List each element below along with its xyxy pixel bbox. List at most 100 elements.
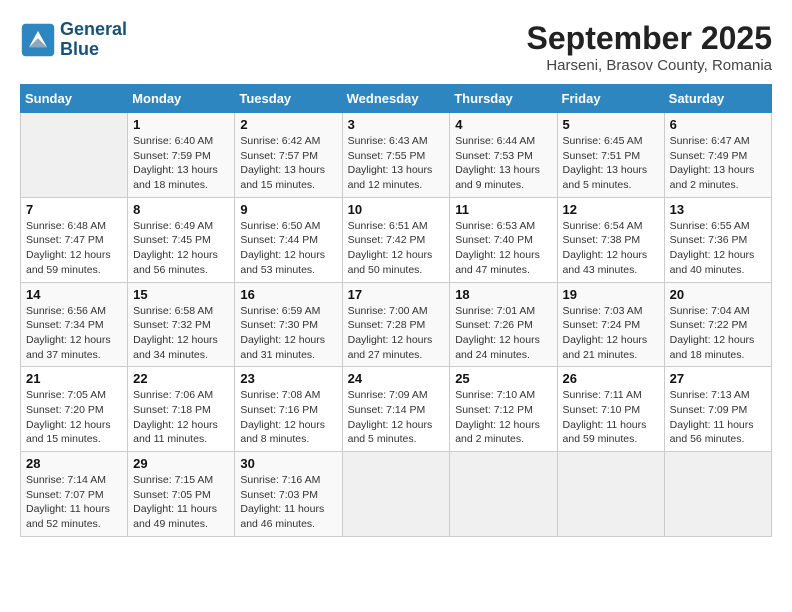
week-row-2: 7 Sunrise: 6:48 AMSunset: 7:47 PMDaylight… <box>21 197 772 282</box>
calendar-table: SundayMondayTuesdayWednesdayThursdayFrid… <box>20 84 772 537</box>
weekday-header-friday: Friday <box>557 85 664 113</box>
day-info: Sunrise: 6:42 AMSunset: 7:57 PMDaylight:… <box>240 134 336 193</box>
day-info: Sunrise: 6:59 AMSunset: 7:30 PMDaylight:… <box>240 304 336 363</box>
weekday-header-sunday: Sunday <box>21 85 128 113</box>
calendar-cell: 30 Sunrise: 7:16 AMSunset: 7:03 PMDayligh… <box>235 452 342 537</box>
day-number: 14 <box>26 287 122 302</box>
day-info: Sunrise: 6:56 AMSunset: 7:34 PMDaylight:… <box>26 304 122 363</box>
weekday-header-thursday: Thursday <box>450 85 557 113</box>
day-info: Sunrise: 6:53 AMSunset: 7:40 PMDaylight:… <box>455 219 551 278</box>
day-info: Sunrise: 7:16 AMSunset: 7:03 PMDaylight:… <box>240 473 336 532</box>
day-number: 22 <box>133 371 229 386</box>
day-number: 6 <box>670 117 766 132</box>
day-info: Sunrise: 7:10 AMSunset: 7:12 PMDaylight:… <box>455 388 551 447</box>
weekday-header-tuesday: Tuesday <box>235 85 342 113</box>
day-number: 26 <box>563 371 659 386</box>
day-number: 2 <box>240 117 336 132</box>
day-info: Sunrise: 7:14 AMSunset: 7:07 PMDaylight:… <box>26 473 122 532</box>
logo-icon <box>20 22 56 58</box>
calendar-cell: 27 Sunrise: 7:13 AMSunset: 7:09 PMDayligh… <box>664 367 771 452</box>
calendar-cell: 8Sunrise: 6:49 AMSunset: 7:45 PMDaylight… <box>128 197 235 282</box>
calendar-cell: 23 Sunrise: 7:08 AMSunset: 7:16 PMDayligh… <box>235 367 342 452</box>
day-info: Sunrise: 7:06 AMSunset: 7:18 PMDaylight:… <box>133 388 229 447</box>
calendar-cell: 21Sunrise: 7:05 AMSunset: 7:20 PMDayligh… <box>21 367 128 452</box>
day-info: Sunrise: 6:55 AMSunset: 7:36 PMDaylight:… <box>670 219 766 278</box>
day-info: Sunrise: 7:01 AMSunset: 7:26 PMDaylight:… <box>455 304 551 363</box>
day-number: 17 <box>348 287 445 302</box>
calendar-cell: 12 Sunrise: 6:54 AMSunset: 7:38 PMDayligh… <box>557 197 664 282</box>
day-number: 7 <box>26 202 122 217</box>
day-number: 12 <box>563 202 659 217</box>
calendar-cell: 25 Sunrise: 7:10 AMSunset: 7:12 PMDayligh… <box>450 367 557 452</box>
day-info: Sunrise: 6:50 AMSunset: 7:44 PMDaylight:… <box>240 219 336 278</box>
day-info: Sunrise: 7:04 AMSunset: 7:22 PMDaylight:… <box>670 304 766 363</box>
page-header: General Blue September 2025 Harseni, Bra… <box>20 20 772 74</box>
weekday-header-monday: Monday <box>128 85 235 113</box>
day-info: Sunrise: 6:54 AMSunset: 7:38 PMDaylight:… <box>563 219 659 278</box>
calendar-cell: 10Sunrise: 6:51 AMSunset: 7:42 PMDayligh… <box>342 197 450 282</box>
day-number: 23 <box>240 371 336 386</box>
day-info: Sunrise: 6:47 AMSunset: 7:49 PMDaylight:… <box>670 134 766 193</box>
weekday-header-saturday: Saturday <box>664 85 771 113</box>
calendar-cell: 14 Sunrise: 6:56 AMSunset: 7:34 PMDayligh… <box>21 282 128 367</box>
day-number: 18 <box>455 287 551 302</box>
day-info: Sunrise: 6:44 AMSunset: 7:53 PMDaylight:… <box>455 134 551 193</box>
day-number: 19 <box>563 287 659 302</box>
day-number: 1 <box>133 117 229 132</box>
weekday-header-wednesday: Wednesday <box>342 85 450 113</box>
day-info: Sunrise: 6:45 AMSunset: 7:51 PMDaylight:… <box>563 134 659 193</box>
calendar-cell: 13 Sunrise: 6:55 AMSunset: 7:36 PMDayligh… <box>664 197 771 282</box>
day-info: Sunrise: 6:40 AMSunset: 7:59 PMDaylight:… <box>133 134 229 193</box>
day-info: Sunrise: 7:11 AMSunset: 7:10 PMDaylight:… <box>563 388 659 447</box>
month-title: September 2025 <box>527 20 772 57</box>
calendar-cell: 26 Sunrise: 7:11 AMSunset: 7:10 PMDayligh… <box>557 367 664 452</box>
day-number: 15 <box>133 287 229 302</box>
week-row-5: 28Sunrise: 7:14 AMSunset: 7:07 PMDayligh… <box>21 452 772 537</box>
day-number: 21 <box>26 371 122 386</box>
week-row-3: 14 Sunrise: 6:56 AMSunset: 7:34 PMDayligh… <box>21 282 772 367</box>
calendar-cell: 5 Sunrise: 6:45 AMSunset: 7:51 PMDaylight… <box>557 113 664 198</box>
calendar-cell: 15 Sunrise: 6:58 AMSunset: 7:32 PMDayligh… <box>128 282 235 367</box>
day-info: Sunrise: 7:00 AMSunset: 7:28 PMDaylight:… <box>348 304 445 363</box>
calendar-cell: 16 Sunrise: 6:59 AMSunset: 7:30 PMDayligh… <box>235 282 342 367</box>
day-info: Sunrise: 6:43 AMSunset: 7:55 PMDaylight:… <box>348 134 445 193</box>
day-number: 16 <box>240 287 336 302</box>
logo-text: General Blue <box>60 20 127 60</box>
calendar-cell: 7 Sunrise: 6:48 AMSunset: 7:47 PMDaylight… <box>21 197 128 282</box>
calendar-cell <box>342 452 450 537</box>
day-info: Sunrise: 7:03 AMSunset: 7:24 PMDaylight:… <box>563 304 659 363</box>
calendar-cell: 6 Sunrise: 6:47 AMSunset: 7:49 PMDaylight… <box>664 113 771 198</box>
day-number: 9 <box>240 202 336 217</box>
calendar-cell: 19 Sunrise: 7:03 AMSunset: 7:24 PMDayligh… <box>557 282 664 367</box>
day-number: 25 <box>455 371 551 386</box>
calendar-cell: 4Sunrise: 6:44 AMSunset: 7:53 PMDaylight… <box>450 113 557 198</box>
day-number: 30 <box>240 456 336 471</box>
day-number: 27 <box>670 371 766 386</box>
calendar-cell: 29Sunrise: 7:15 AMSunset: 7:05 PMDayligh… <box>128 452 235 537</box>
calendar-cell: 17 Sunrise: 7:00 AMSunset: 7:28 PMDayligh… <box>342 282 450 367</box>
day-number: 8 <box>133 202 229 217</box>
calendar-cell: 2 Sunrise: 6:42 AMSunset: 7:57 PMDaylight… <box>235 113 342 198</box>
day-info: Sunrise: 7:09 AMSunset: 7:14 PMDaylight:… <box>348 388 445 447</box>
calendar-cell: 9 Sunrise: 6:50 AMSunset: 7:44 PMDaylight… <box>235 197 342 282</box>
day-number: 24 <box>348 371 445 386</box>
day-info: Sunrise: 7:13 AMSunset: 7:09 PMDaylight:… <box>670 388 766 447</box>
calendar-cell <box>664 452 771 537</box>
calendar-cell: 24 Sunrise: 7:09 AMSunset: 7:14 PMDayligh… <box>342 367 450 452</box>
calendar-cell <box>557 452 664 537</box>
day-number: 13 <box>670 202 766 217</box>
logo: General Blue <box>20 20 127 60</box>
day-number: 5 <box>563 117 659 132</box>
calendar-cell: 1 Sunrise: 6:40 AMSunset: 7:59 PMDaylight… <box>128 113 235 198</box>
day-number: 10 <box>348 202 445 217</box>
day-info: Sunrise: 6:58 AMSunset: 7:32 PMDaylight:… <box>133 304 229 363</box>
day-info: Sunrise: 7:08 AMSunset: 7:16 PMDaylight:… <box>240 388 336 447</box>
day-info: Sunrise: 6:48 AMSunset: 7:47 PMDaylight:… <box>26 219 122 278</box>
day-number: 11 <box>455 202 551 217</box>
week-row-4: 21Sunrise: 7:05 AMSunset: 7:20 PMDayligh… <box>21 367 772 452</box>
calendar-cell <box>450 452 557 537</box>
week-row-1: 1 Sunrise: 6:40 AMSunset: 7:59 PMDaylight… <box>21 113 772 198</box>
day-number: 29 <box>133 456 229 471</box>
day-number: 3 <box>348 117 445 132</box>
calendar-cell: 18 Sunrise: 7:01 AMSunset: 7:26 PMDayligh… <box>450 282 557 367</box>
